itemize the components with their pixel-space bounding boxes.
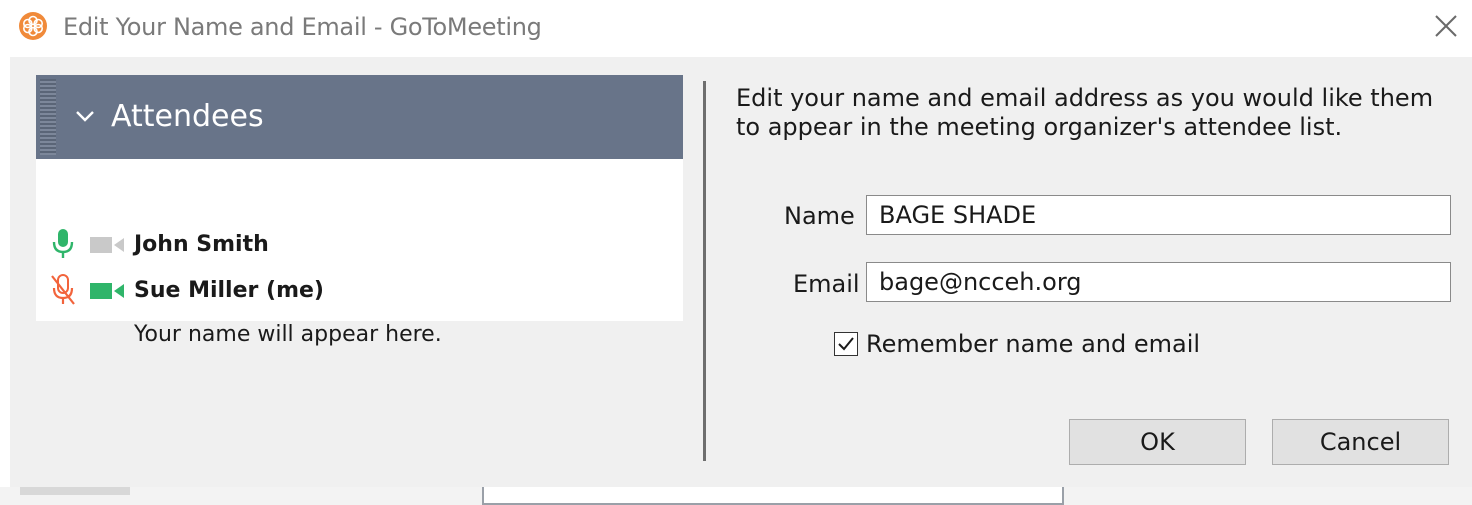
name-label: Name — [784, 202, 855, 230]
attendees-header[interactable]: Attendees — [36, 75, 683, 159]
gotomeeting-logo-icon — [19, 12, 47, 40]
attendee-name: Sue Miller (me) — [134, 278, 324, 303]
checkmark-icon — [838, 337, 854, 351]
background-window-edge — [0, 487, 1472, 505]
camera-icon — [90, 237, 124, 253]
name-field[interactable] — [866, 195, 1451, 235]
cancel-button[interactable]: Cancel — [1272, 419, 1449, 465]
close-icon[interactable] — [1430, 10, 1462, 42]
chevron-down-icon[interactable] — [74, 105, 96, 127]
drag-grip — [40, 79, 56, 155]
background-window-fragment — [482, 487, 1064, 505]
attendees-title: Attendees — [111, 99, 264, 134]
panel-divider — [703, 81, 706, 461]
window-title: Edit Your Name and Email - GoToMeeting — [63, 13, 542, 41]
attendee-row: Sue Miller (me) — [36, 270, 683, 310]
email-field[interactable] — [866, 262, 1451, 302]
attendee-name: John Smith — [134, 232, 269, 257]
background-window-fragment — [20, 487, 130, 495]
remember-label[interactable]: Remember name and email — [866, 330, 1200, 358]
remember-checkbox[interactable] — [834, 332, 858, 356]
email-label: Email — [793, 270, 860, 298]
ok-button[interactable]: OK — [1069, 419, 1246, 465]
title-bar: Edit Your Name and Email - GoToMeeting — [0, 0, 1472, 56]
instructions-text: Edit your name and email address as you … — [736, 84, 1434, 141]
attendee-preview-panel: Attendees John Smith Sue Miller (me) You… — [36, 75, 683, 347]
name-placeholder-text: Your name will appear here. — [134, 322, 442, 347]
microphone-muted-icon — [51, 274, 75, 305]
camera-icon — [90, 283, 124, 299]
attendee-row: John Smith — [36, 224, 683, 264]
microphone-icon — [52, 229, 74, 258]
